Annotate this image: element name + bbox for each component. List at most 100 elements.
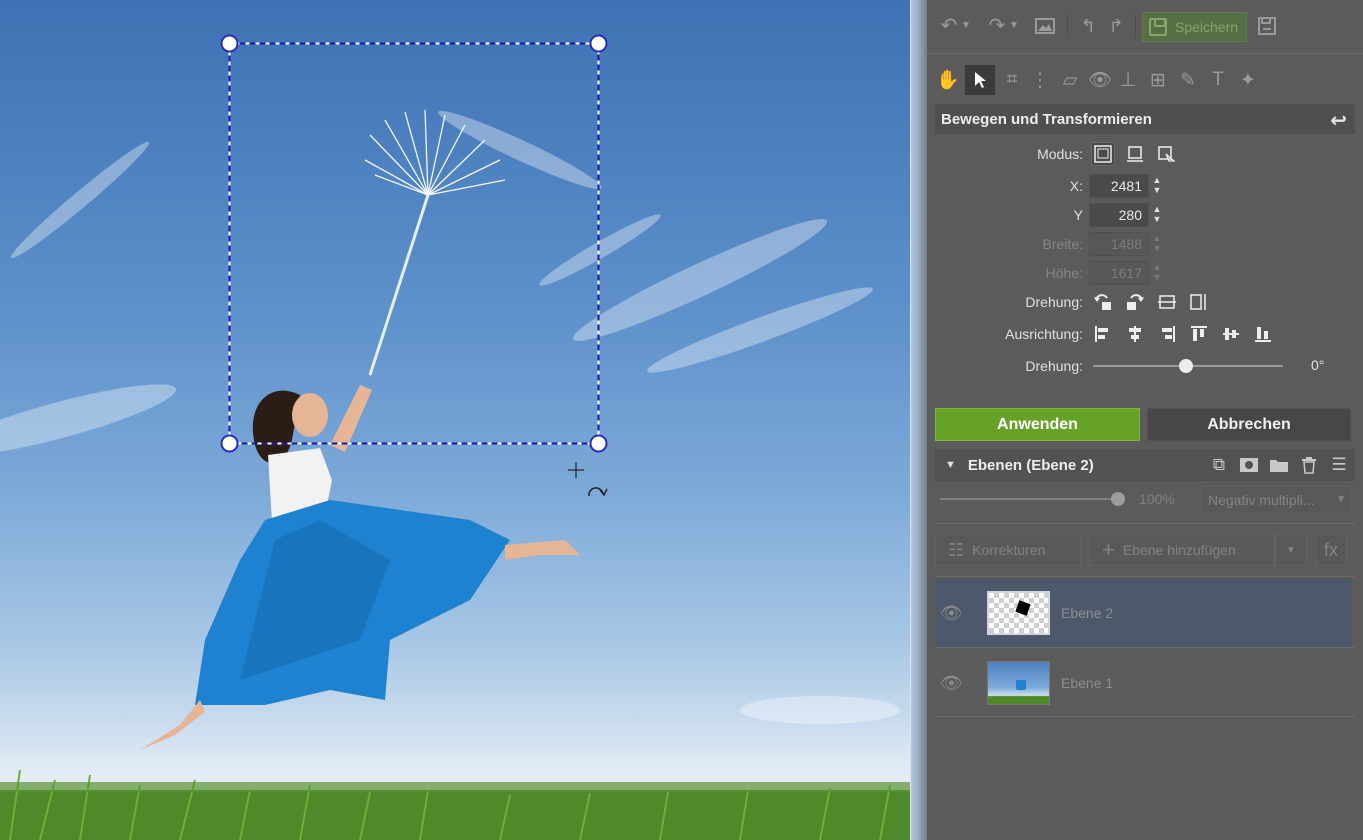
mode-label: Modus: bbox=[1037, 146, 1083, 162]
sliders-icon: ☷ bbox=[948, 539, 965, 560]
collapse-caret-icon[interactable]: ▼ bbox=[945, 459, 956, 471]
corrections-button[interactable]: ☷ Korrekturen bbox=[935, 534, 1081, 566]
perspective-icon[interactable]: ▱ bbox=[1055, 65, 1085, 95]
right-panel: ↶ ▼ ↷ ▼ ↰ ↱ Speichern ✋ ⌗ ⋮ ▱ 👁 ⊥ ⊞ ✎ T … bbox=[927, 0, 1363, 840]
mode-scale-icon[interactable] bbox=[1123, 142, 1147, 166]
divider bbox=[935, 523, 1355, 524]
canvas-scroll-gutter[interactable] bbox=[910, 0, 927, 840]
chevron-down-icon: ▼ bbox=[1286, 544, 1296, 556]
resize-handle-bottom-right[interactable] bbox=[589, 434, 608, 453]
rotation-slider-label: Drehung: bbox=[1025, 358, 1083, 374]
height-spinner: 1617 ▲ ▼ bbox=[1089, 261, 1165, 285]
chevron-down-icon: ▼ bbox=[1336, 494, 1346, 505]
layer-name: Ebene 1 bbox=[1061, 675, 1114, 691]
alignment-label: Ausrichtung: bbox=[1005, 326, 1083, 342]
align-center-v-icon[interactable] bbox=[1219, 322, 1243, 346]
rotate-right-icon[interactable]: ↱ bbox=[1102, 12, 1130, 40]
flip-vertical-icon[interactable] bbox=[1155, 290, 1179, 314]
align-left-icon[interactable] bbox=[1091, 322, 1115, 346]
mode-move-icon[interactable] bbox=[1091, 142, 1115, 166]
rotation-value: 0° bbox=[1311, 357, 1325, 373]
spinner-arrows-icon[interactable]: ▲ ▼ bbox=[1151, 175, 1163, 197]
fx-button[interactable]: fx bbox=[1315, 534, 1347, 566]
opacity-slider-track[interactable] bbox=[940, 498, 1120, 500]
x-label: X: bbox=[1069, 178, 1083, 194]
mode-distort-icon[interactable] bbox=[1155, 142, 1179, 166]
undo-dropdown-icon[interactable]: ▼ bbox=[959, 12, 973, 40]
crosshair-cursor-icon bbox=[568, 462, 584, 478]
selection-frame[interactable] bbox=[0, 0, 910, 840]
x-spinner[interactable]: 2481 ▲ ▼ bbox=[1089, 174, 1165, 198]
add-layer-button[interactable]: + Ebene hinzufügen bbox=[1089, 534, 1275, 566]
layers-title: Ebenen (Ebene 2) bbox=[967, 456, 1094, 474]
move-tool-icon[interactable] bbox=[965, 65, 995, 95]
apply-button[interactable]: Anwenden bbox=[935, 408, 1140, 441]
blend-mode-select[interactable]: Negativ multipli... ▼ bbox=[1201, 486, 1351, 514]
y-label: Y bbox=[1073, 207, 1083, 223]
stamp-icon[interactable]: ⊥ bbox=[1113, 65, 1143, 95]
menu-icon[interactable]: ☰ bbox=[1327, 453, 1351, 477]
resize-handle-bottom-left[interactable] bbox=[220, 434, 239, 453]
reset-icon[interactable]: ↩ bbox=[1330, 108, 1347, 133]
rotate-left-icon[interactable]: ↰ bbox=[1074, 12, 1102, 40]
folder-icon[interactable] bbox=[1267, 453, 1291, 477]
align-top-icon[interactable] bbox=[1187, 322, 1211, 346]
spinner-arrows-icon[interactable]: ▲ ▼ bbox=[1151, 204, 1163, 226]
add-layer-dropdown[interactable]: ▼ bbox=[1275, 534, 1307, 566]
corrections-label: Korrekturen bbox=[972, 542, 1046, 558]
visibility-eye-icon[interactable]: 👁 bbox=[940, 603, 963, 624]
straighten-icon[interactable]: ⋮ bbox=[1025, 65, 1055, 95]
visibility-eye-icon[interactable]: 👁 bbox=[940, 673, 963, 694]
brush-icon[interactable]: ✎ bbox=[1173, 65, 1203, 95]
flip-horizontal-icon[interactable] bbox=[1187, 290, 1211, 314]
image-icon[interactable] bbox=[1031, 12, 1059, 40]
trash-icon[interactable] bbox=[1297, 453, 1321, 477]
redeye-icon[interactable]: 👁 bbox=[1085, 65, 1115, 95]
divider bbox=[935, 716, 1355, 717]
tools-row: ✋ ⌗ ⋮ ▱ 👁 ⊥ ⊞ ✎ T ✦ bbox=[927, 62, 1363, 98]
rotation-label: Drehung: bbox=[1025, 294, 1083, 310]
resize-handle-top-left[interactable] bbox=[220, 34, 239, 53]
text-icon[interactable]: T bbox=[1203, 65, 1233, 95]
width-input: 1488 bbox=[1089, 232, 1149, 256]
rotate-cursor-icon bbox=[588, 487, 608, 497]
spinner-arrows-icon: ▲ ▼ bbox=[1152, 233, 1162, 253]
layer-thumbnail bbox=[987, 591, 1050, 635]
align-bottom-icon[interactable] bbox=[1251, 322, 1275, 346]
add-layer-label: Ebene hinzufügen bbox=[1122, 542, 1236, 558]
effects-icon[interactable]: ✦ bbox=[1233, 65, 1263, 95]
grid-icon[interactable]: ⊞ bbox=[1143, 65, 1173, 95]
layer-row-ebene-2[interactable]: 👁 Ebene 2 bbox=[935, 579, 1351, 647]
cancel-button[interactable]: Abbrechen bbox=[1147, 408, 1351, 441]
width-label: Breite: bbox=[1042, 236, 1083, 252]
image-canvas[interactable] bbox=[0, 0, 927, 840]
y-input[interactable]: 280 bbox=[1089, 203, 1149, 227]
redo-dropdown-icon[interactable]: ▼ bbox=[1007, 12, 1021, 40]
x-input[interactable]: 2481 bbox=[1089, 174, 1149, 198]
rotate-ccw-icon[interactable] bbox=[1091, 290, 1115, 314]
save-button[interactable]: Speichern bbox=[1142, 12, 1247, 42]
rotate-cw-icon[interactable] bbox=[1123, 290, 1147, 314]
resize-handle-top-right[interactable] bbox=[589, 34, 608, 53]
rotation-slider-handle[interactable] bbox=[1179, 359, 1193, 373]
layer-name: Ebene 2 bbox=[1061, 605, 1114, 621]
duplicate-layer-icon[interactable]: ⧉ bbox=[1207, 453, 1231, 477]
spinner-arrows-icon: ▲ ▼ bbox=[1152, 262, 1162, 282]
opacity-slider-handle[interactable] bbox=[1111, 492, 1125, 506]
width-spinner: 1488 ▲ ▼ bbox=[1089, 232, 1165, 256]
mask-icon[interactable] bbox=[1237, 453, 1261, 477]
align-right-icon[interactable] bbox=[1155, 322, 1179, 346]
layers-header: ▼ Ebenen (Ebene 2) ⧉ ☰ bbox=[935, 449, 1355, 481]
crop-icon[interactable]: ⌗ bbox=[997, 65, 1027, 95]
hand-icon[interactable]: ✋ bbox=[933, 65, 963, 95]
save-icon bbox=[1149, 18, 1167, 36]
top-toolbar: ↶ ▼ ↷ ▼ ↰ ↱ Speichern bbox=[927, 0, 1363, 54]
opacity-value: 100% bbox=[1139, 491, 1175, 507]
align-center-h-icon[interactable] bbox=[1123, 322, 1147, 346]
layer-thumbnail bbox=[987, 661, 1050, 705]
transform-section-header: Bewegen und Transformieren ↩ bbox=[935, 104, 1355, 134]
save-as-icon[interactable] bbox=[1253, 12, 1281, 40]
y-spinner[interactable]: 280 ▲ ▼ bbox=[1089, 203, 1165, 227]
divider bbox=[935, 576, 1355, 577]
layer-row-ebene-1[interactable]: 👁 Ebene 1 bbox=[935, 649, 1351, 717]
